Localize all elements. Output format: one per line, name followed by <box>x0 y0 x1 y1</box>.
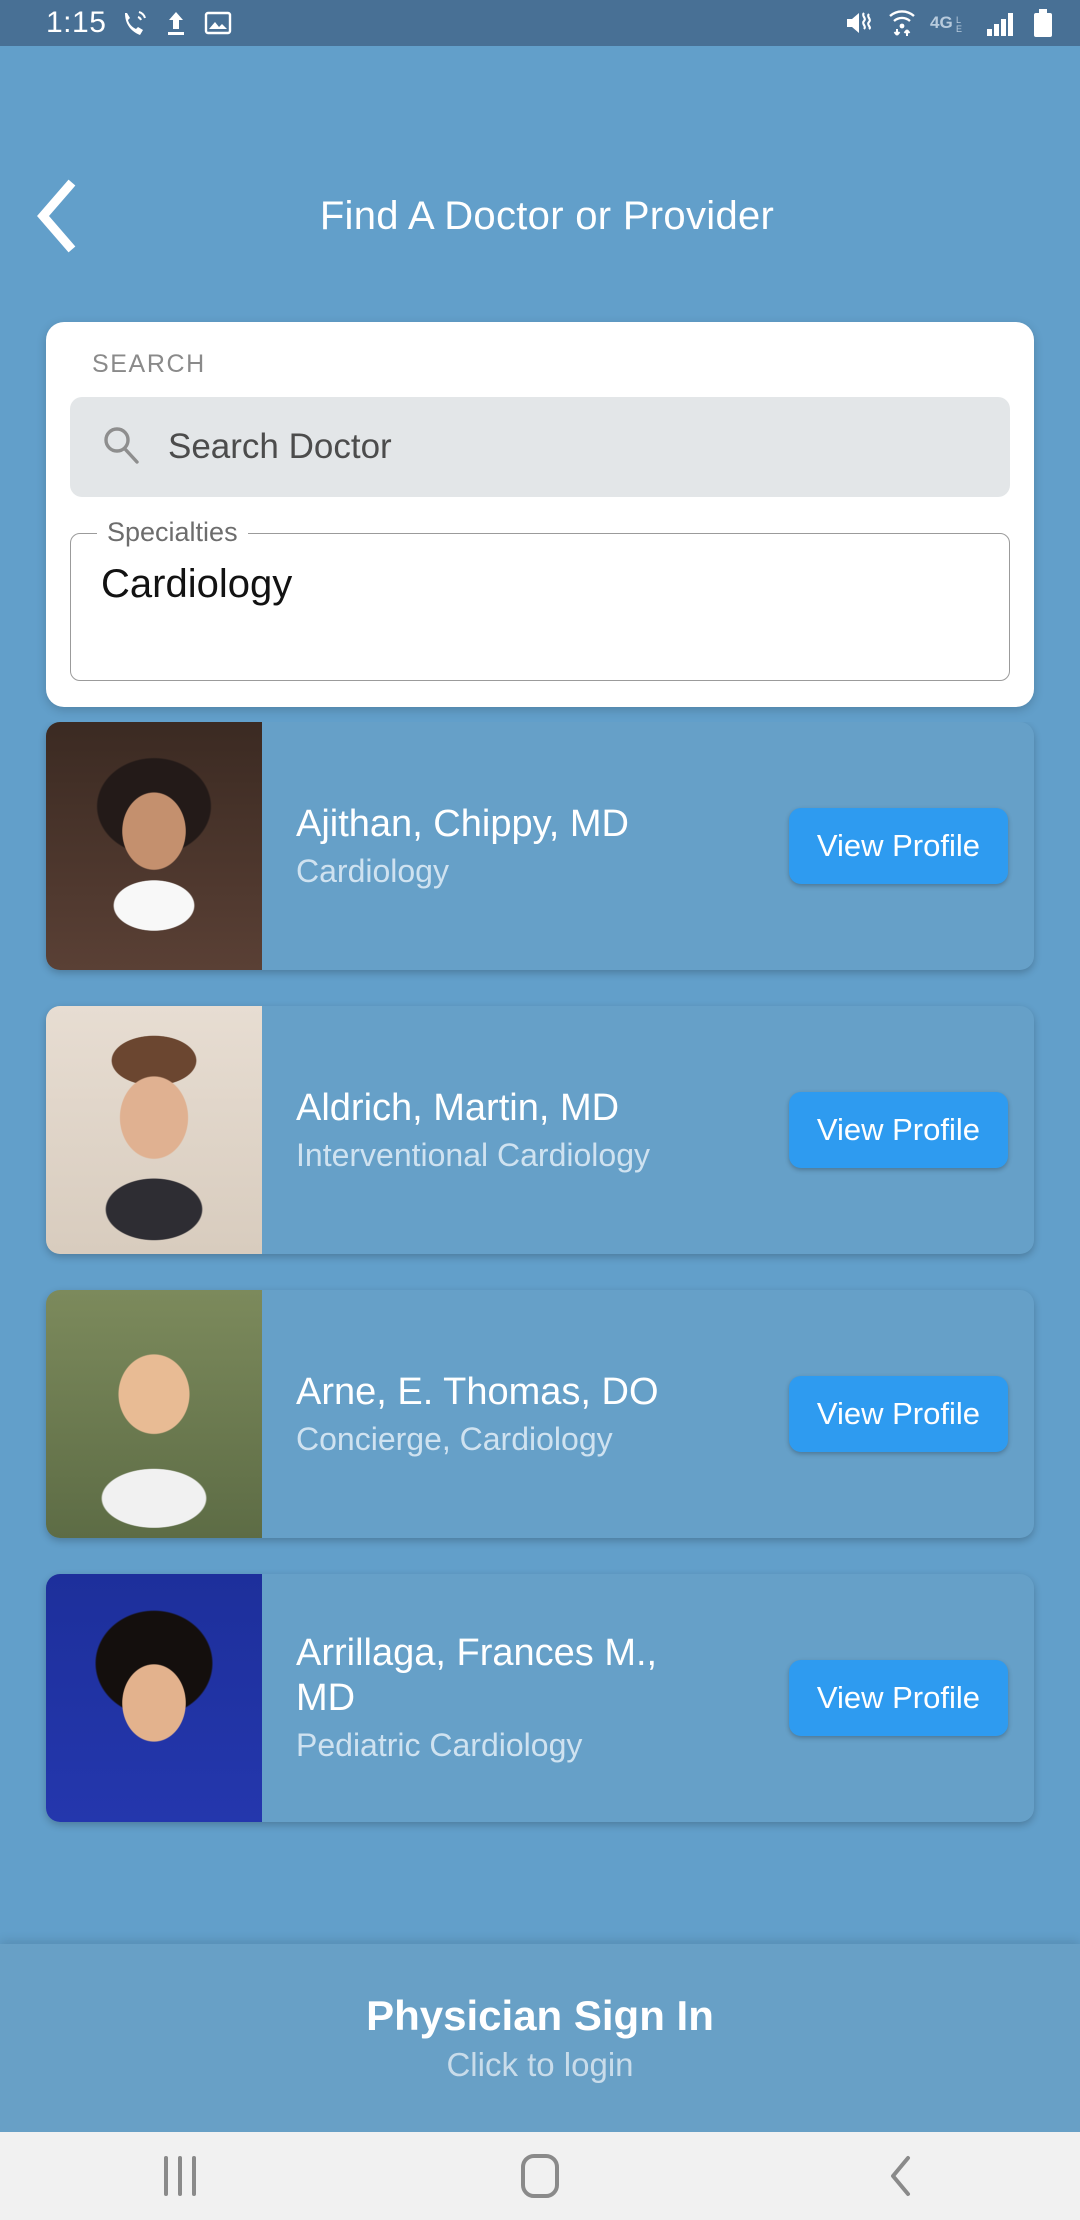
doctor-card[interactable]: Arne, E. Thomas, DO Concierge, Cardiolog… <box>46 1290 1034 1538</box>
doctor-name: Ajithan, Chippy, MD <box>296 802 629 845</box>
android-nav-bar <box>0 2132 1080 2220</box>
doctor-action: View Profile <box>788 722 1034 970</box>
status-bar-right: 4G L E <box>844 8 1054 38</box>
chevron-left-icon <box>37 179 76 253</box>
status-bar-left: 1:15 <box>46 6 232 40</box>
doctor-list[interactable]: Ajithan, Chippy, MD Cardiology View Prof… <box>0 722 1080 1944</box>
doctor-photo <box>46 1006 262 1254</box>
4g-lte-icon: 4G L E <box>930 11 972 35</box>
doctor-info: Ajithan, Chippy, MD Cardiology <box>262 722 789 970</box>
app-container: Find A Doctor or Provider SEARCH Search … <box>0 46 1080 2132</box>
sign-in-title: Physician Sign In <box>366 1992 714 2039</box>
doctor-specialty: Cardiology <box>296 852 449 889</box>
doctor-action: View Profile <box>788 1006 1034 1254</box>
doctor-photo <box>46 722 262 970</box>
view-profile-button[interactable]: View Profile <box>788 1376 1008 1452</box>
doctor-info: Aldrich, Martin, MD Interventional Cardi… <box>262 1006 789 1254</box>
image-icon <box>204 9 232 37</box>
status-bar-clock: 1:15 <box>46 6 107 39</box>
nav-back-button[interactable] <box>720 2132 1080 2220</box>
doctor-info: Arrillaga, Frances M., MD Pediatric Card… <box>262 1574 789 1822</box>
specialties-label: Specialties <box>97 517 248 548</box>
back-button[interactable] <box>0 161 110 271</box>
upload-icon <box>164 9 188 37</box>
home-icon <box>521 2154 559 2198</box>
wifi-transfer-icon <box>888 8 916 38</box>
specialties-value[interactable]: Cardiology <box>101 562 292 607</box>
view-profile-button[interactable]: View Profile <box>788 808 1008 884</box>
recents-icon <box>164 2156 168 2196</box>
signal-bars-icon <box>986 9 1018 37</box>
doctor-action: View Profile <box>788 1290 1034 1538</box>
doctor-specialty: Pediatric Cardiology <box>296 1726 583 1763</box>
svg-text:E: E <box>956 24 962 34</box>
doctor-name: Arrillaga, Frances M., MD <box>296 1632 658 1720</box>
app-header: Find A Doctor or Provider <box>0 161 1080 271</box>
doctor-specialty: Interventional Cardiology <box>296 1136 650 1173</box>
chevron-left-icon <box>891 2156 910 2196</box>
search-input[interactable]: Search Doctor <box>168 427 392 467</box>
doctor-info: Arne, E. Thomas, DO Concierge, Cardiolog… <box>262 1290 789 1538</box>
view-profile-button[interactable]: View Profile <box>788 1092 1008 1168</box>
recents-icon <box>178 2156 182 2196</box>
search-input-wrapper[interactable]: Search Doctor <box>70 397 1010 497</box>
doctor-action: View Profile <box>788 1574 1034 1822</box>
search-card: SEARCH Search Doctor Specialties Cardiol… <box>46 322 1034 707</box>
recents-icon <box>192 2156 196 2196</box>
recents-button[interactable] <box>0 2132 360 2220</box>
doctor-card[interactable]: Arrillaga, Frances M., MD Pediatric Card… <box>46 1574 1034 1822</box>
doctor-name: Aldrich, Martin, MD <box>296 1086 620 1129</box>
search-icon <box>100 424 142 471</box>
svg-text:4G: 4G <box>930 13 953 32</box>
battery-icon <box>1032 8 1054 38</box>
search-section-label: SEARCH <box>92 350 206 378</box>
sign-in-subtitle: Click to login <box>446 2046 634 2083</box>
home-button[interactable] <box>360 2132 720 2220</box>
mute-vibrate-icon <box>844 9 874 37</box>
doctor-photo <box>46 1574 262 1822</box>
specialties-field[interactable]: Specialties Cardiology <box>70 517 1010 681</box>
doctor-name: Arne, E. Thomas, DO <box>296 1370 659 1413</box>
status-bar: 1:15 4G L E <box>0 0 1080 46</box>
call-icon <box>122 9 148 37</box>
physician-sign-in-banner[interactable]: Physician Sign In Click to login <box>0 1944 1080 2132</box>
doctor-card[interactable]: Aldrich, Martin, MD Interventional Cardi… <box>46 1006 1034 1254</box>
doctor-specialty: Concierge, Cardiology <box>296 1420 613 1457</box>
doctor-photo <box>46 1290 262 1538</box>
page-title: Find A Doctor or Provider <box>319 193 775 238</box>
view-profile-button[interactable]: View Profile <box>788 1660 1008 1736</box>
doctor-card[interactable]: Ajithan, Chippy, MD Cardiology View Prof… <box>46 722 1034 970</box>
